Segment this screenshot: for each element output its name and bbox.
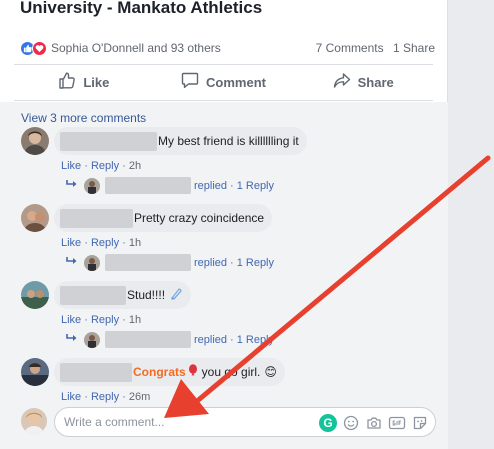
camera-icon[interactable]	[363, 412, 385, 434]
redacted-name	[105, 331, 191, 348]
reply-count-link[interactable]: 1 Reply	[237, 257, 274, 269]
grammarly-icon[interactable]: G	[317, 412, 339, 434]
replies-summary[interactable]: replied · 1 Reply	[66, 331, 274, 348]
comment-reply-link[interactable]: Reply	[91, 160, 119, 172]
redacted-name	[105, 177, 191, 194]
share-button[interactable]: Share	[293, 66, 433, 98]
like-button[interactable]: Like	[14, 66, 154, 98]
post-actions: Like Comment Share	[14, 66, 433, 98]
comment-text: Stud!!!!	[127, 288, 166, 302]
share-label: Share	[357, 74, 394, 90]
reply-arrow-icon	[66, 333, 78, 346]
comment-like-link[interactable]: Like	[61, 237, 81, 249]
reply-count-link[interactable]: 1 Reply	[237, 334, 274, 346]
emoji-icon[interactable]	[340, 412, 362, 434]
comment-like-link[interactable]: Like	[61, 160, 81, 172]
balloon-icon	[188, 364, 198, 380]
replied-text: replied	[194, 333, 228, 346]
reply-count-link[interactable]: 1 Reply	[237, 180, 274, 192]
comment-reply-link[interactable]: Reply	[91, 391, 119, 403]
reactions-text[interactable]: Sophia O'Donnell and 93 others	[51, 41, 221, 55]
comment-bubble: Congrats you go girl. 😊	[54, 358, 285, 386]
redacted-name	[60, 285, 126, 305]
reply-avatar	[84, 177, 100, 194]
comment-meta: Like · Reply · 26m	[61, 391, 151, 403]
redacted-name	[60, 208, 133, 228]
comment-text: Pretty crazy coincidence	[134, 211, 265, 225]
comment-time[interactable]: 2h	[129, 160, 141, 172]
share-arrow-icon	[333, 72, 358, 92]
comment-composer: G	[21, 407, 436, 437]
comments-section: View 3 more comments My best friend is k…	[0, 102, 448, 449]
comment-like-link[interactable]: Like	[61, 314, 81, 326]
current-user-avatar[interactable]	[21, 408, 47, 434]
replied-text: replied	[194, 179, 228, 192]
replies-summary[interactable]: replied · 1 Reply	[66, 254, 274, 271]
comment-input[interactable]	[64, 415, 294, 429]
reply-avatar	[84, 254, 100, 271]
sticker-icon[interactable]	[409, 412, 431, 434]
gif-icon[interactable]	[386, 412, 408, 434]
post-title: University - Mankato Athletics	[20, 0, 263, 17]
engagement-counts: 7 Comments 1 Share	[316, 41, 435, 55]
reply-avatar	[84, 331, 100, 348]
redacted-name	[60, 362, 132, 382]
replies-summary[interactable]: replied · 1 Reply	[66, 177, 274, 194]
comment-label: Comment	[206, 74, 266, 90]
love-reaction-icon	[32, 40, 47, 56]
like-label: Like	[83, 74, 110, 90]
reactions-summary[interactable]: Sophia O'Donnell and 93 others	[20, 40, 221, 56]
comment-input-box[interactable]: G	[54, 407, 436, 437]
comment-text: My best friend is killlllling it	[158, 134, 299, 148]
comment-time[interactable]: 1h	[129, 314, 141, 326]
comments-count-link[interactable]: 7 Comments	[316, 41, 384, 55]
comment-button[interactable]: Comment	[154, 66, 294, 98]
avatar[interactable]	[21, 281, 49, 309]
post-card: University - Mankato Athletics Sophia O'…	[0, 0, 448, 449]
redacted-name	[60, 131, 157, 151]
avatar[interactable]	[21, 358, 49, 386]
avatar[interactable]	[21, 127, 49, 155]
comment-like-link[interactable]: Like	[61, 391, 81, 403]
thumbs-up-icon	[58, 72, 83, 92]
composer-tools: G	[316, 412, 431, 434]
comment-bubble: My best friend is killlllling it	[54, 127, 307, 155]
comment-bubble: Stud!!!!	[54, 281, 192, 309]
reply-arrow-icon	[66, 179, 78, 192]
divider	[14, 64, 433, 65]
comment-text: you go girl.	[201, 365, 261, 379]
comment-meta: Like · Reply · 2h	[61, 160, 142, 172]
avatar[interactable]	[21, 204, 49, 232]
reply-arrow-icon	[66, 256, 78, 269]
comment-meta: Like · Reply · 1h	[61, 314, 142, 326]
view-more-comments-link[interactable]: View 3 more comments	[21, 111, 146, 125]
congrats-text: Congrats	[133, 365, 186, 379]
redacted-name	[105, 254, 191, 271]
comment-time[interactable]: 26m	[129, 391, 150, 403]
divider	[14, 100, 433, 101]
replied-text: replied	[194, 256, 228, 269]
ice-cream-icon	[169, 287, 183, 304]
speech-bubble-icon	[181, 72, 206, 92]
comment-time[interactable]: 1h	[129, 237, 141, 249]
shares-count-link[interactable]: 1 Share	[393, 41, 435, 55]
comment-reply-link[interactable]: Reply	[91, 314, 119, 326]
comment-bubble: Pretty crazy coincidence	[54, 204, 273, 232]
smiling-face-emoji: 😊	[264, 365, 277, 379]
comment-reply-link[interactable]: Reply	[91, 237, 119, 249]
comment-meta: Like · Reply · 1h	[61, 237, 142, 249]
